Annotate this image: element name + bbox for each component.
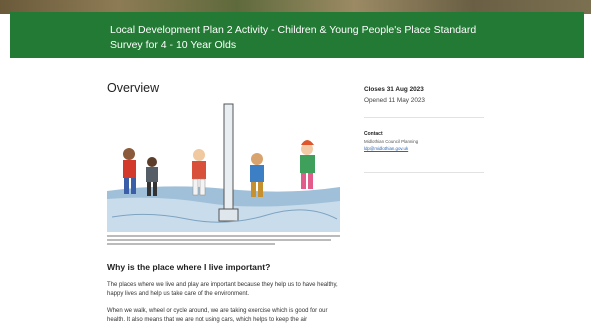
illustration-caption: [107, 235, 340, 247]
section-heading: Why is the place where I live important?: [107, 262, 271, 272]
sidebar-divider: [364, 117, 484, 118]
contact-label: Contact: [364, 131, 383, 137]
page-title: Local Development Plan 2 Activity - Chil…: [110, 24, 477, 51]
contact-email-link[interactable]: ldp@midlothian.gov.uk: [364, 146, 484, 151]
children-street-illustration: [107, 99, 340, 232]
sidebar-divider: [364, 172, 484, 173]
overview-heading: Overview: [107, 81, 160, 95]
closing-date: Closes 31 Aug 2023: [364, 86, 424, 93]
opened-date: Opened 11 May 2023: [364, 97, 425, 104]
lamp-post: [223, 103, 234, 215]
article-paragraph: When we walk, wheel or cycle around, we …: [107, 308, 328, 323]
article-paragraph: The places where we live and play are im…: [107, 282, 338, 297]
contact-organisation: Midlothian Council Planning: [364, 139, 419, 144]
illustration-svg: [107, 99, 340, 232]
lamp-post-base: [218, 208, 239, 222]
title-banner: Local Development Plan 2 Activity - Chil…: [10, 12, 584, 58]
